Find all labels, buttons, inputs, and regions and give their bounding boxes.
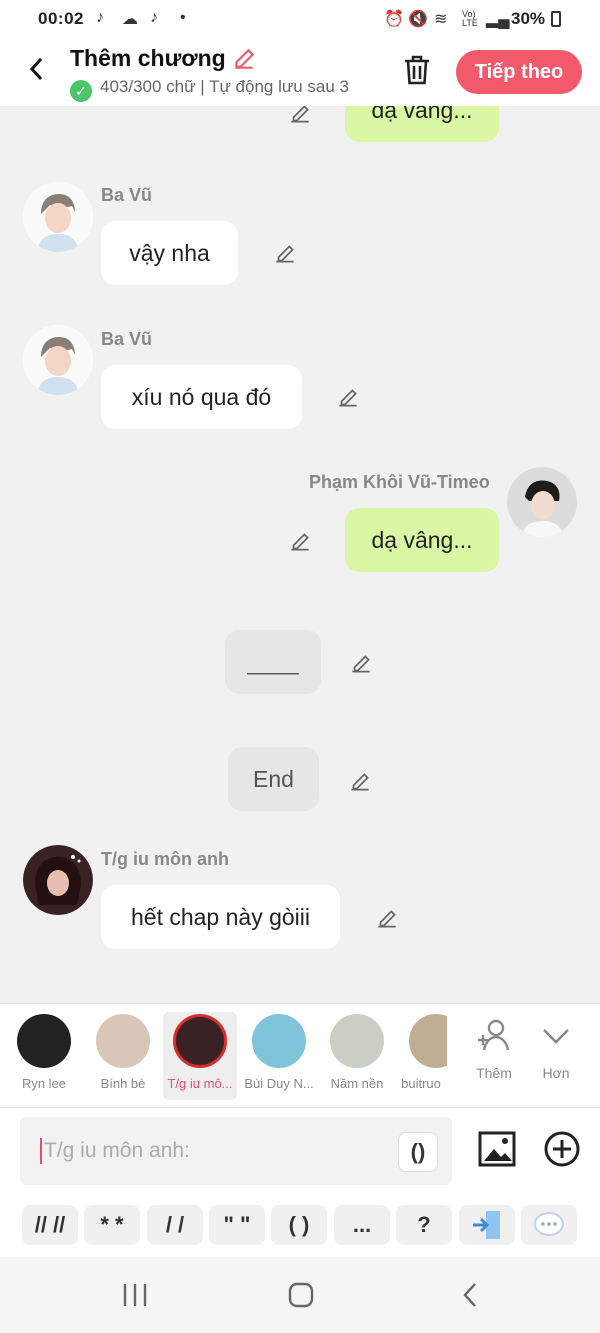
character-avatar xyxy=(409,1014,447,1068)
back-icon[interactable] xyxy=(24,54,50,84)
add-character-button[interactable]: Thêm xyxy=(464,1016,524,1081)
battery-percent: 30% xyxy=(511,9,546,28)
shortcut-button[interactable]: / / xyxy=(147,1205,203,1245)
back-nav-icon[interactable] xyxy=(458,1281,482,1309)
next-button[interactable]: Tiếp theo xyxy=(456,50,582,94)
word-count-status: ✓ 403/300 chữ | Tự động lưu sau 3 xyxy=(70,77,375,102)
character-label: Ryn lee xyxy=(21,1076,67,1091)
subtitle: 403/300 chữ | Tự động lưu sau 3 xyxy=(100,77,350,96)
cloud-icon: ☁ xyxy=(122,11,138,28)
more-button[interactable]: Hơn xyxy=(526,1016,586,1081)
input-placeholder: T/g iu môn anh: xyxy=(44,1139,190,1162)
dot-icon: • xyxy=(180,9,186,26)
edit-icon[interactable] xyxy=(348,650,374,676)
character-label: Bùi Duy N... xyxy=(244,1076,314,1091)
page-title: Thêm chương xyxy=(70,45,226,71)
narration-bubble[interactable]: ____ xyxy=(225,630,321,694)
avatar[interactable] xyxy=(23,845,93,915)
character-avatar xyxy=(330,1014,384,1068)
add-label: Thêm xyxy=(476,1065,512,1081)
add-circle-icon[interactable] xyxy=(543,1130,581,1168)
character-label: Năm nền xyxy=(330,1076,384,1091)
tiktok-icon: ♪ xyxy=(96,9,104,26)
avatar[interactable] xyxy=(507,467,577,537)
message-bubble[interactable]: xíu nó qua đó xyxy=(101,365,302,429)
add-person-icon xyxy=(478,1019,510,1051)
recent-apps-icon[interactable] xyxy=(120,1282,150,1308)
composer: T/g iu môn anh: () xyxy=(0,1107,600,1195)
alarm-icon: ⏰ xyxy=(384,11,404,28)
shortcut-bar: // // * * / / " " ( ) ... ? xyxy=(0,1195,600,1257)
message-bubble[interactable]: hết chap này gòiii xyxy=(101,885,340,949)
message-bubble[interactable]: vậy nha xyxy=(101,221,238,285)
character-avatar xyxy=(96,1014,150,1068)
chat-bubble-icon xyxy=(534,1212,564,1236)
shortcut-button[interactable]: ... xyxy=(334,1205,390,1245)
chat-bubble-button[interactable] xyxy=(521,1205,577,1245)
avatar[interactable] xyxy=(23,325,93,395)
status-time: 00:02 xyxy=(38,9,84,28)
tiktok-icon: ♪ xyxy=(150,9,158,26)
text-caret xyxy=(40,1138,42,1164)
shortcut-button[interactable]: " " xyxy=(209,1205,265,1245)
door-icon xyxy=(473,1211,500,1239)
character-avatar xyxy=(173,1014,227,1068)
more-label: Hơn xyxy=(542,1065,570,1081)
shortcut-button[interactable]: ( ) xyxy=(271,1205,327,1245)
character-label: buitruo xyxy=(401,1076,441,1091)
system-nav-bar xyxy=(0,1257,600,1333)
trash-icon[interactable] xyxy=(402,54,432,86)
character-label: T/g iu mô... xyxy=(167,1076,233,1091)
character-avatar xyxy=(17,1014,71,1068)
edit-icon[interactable] xyxy=(272,240,298,266)
wifi-icon: ≋ xyxy=(434,11,448,28)
message-bubble[interactable]: dạ vâng... xyxy=(345,508,499,572)
character-item[interactable]: Ryn lee xyxy=(7,1012,81,1091)
edit-icon[interactable] xyxy=(347,768,373,794)
edit-title-icon[interactable] xyxy=(231,46,257,72)
mute-icon: 🔇 xyxy=(408,11,428,28)
shortcut-button[interactable]: * * xyxy=(84,1205,140,1245)
character-item[interactable]: Bùi Duy N... xyxy=(242,1012,316,1091)
battery-icon xyxy=(551,11,561,27)
sender-name: Ba Vũ xyxy=(101,329,153,349)
home-icon[interactable] xyxy=(287,1281,315,1309)
exit-door-button[interactable] xyxy=(459,1205,515,1245)
character-avatar xyxy=(252,1014,306,1068)
image-icon[interactable] xyxy=(478,1130,516,1168)
check-icon: ✓ xyxy=(70,80,92,102)
character-bar: Ryn lee Bính bè T/g iu mô... Bùi Duy N..… xyxy=(0,1003,600,1107)
sender-name: T/g iu môn anh xyxy=(101,849,229,869)
shortcut-button[interactable]: ? xyxy=(396,1205,452,1245)
sender-name: Ba Vũ xyxy=(101,185,153,205)
narration-bubble[interactable]: End xyxy=(228,747,319,811)
parenthesis-button[interactable]: () xyxy=(398,1132,438,1172)
character-label: Bính bè xyxy=(100,1076,146,1091)
header: Thêm chương ✓ 403/300 chữ | Tự động lưu s… xyxy=(0,40,600,106)
sender-name: Phạm Khôi Vũ-Timeo xyxy=(309,472,490,492)
character-item[interactable]: buitruo xyxy=(395,1012,447,1091)
chevron-down-icon xyxy=(543,1029,569,1044)
character-item[interactable]: Bính bè xyxy=(86,1012,160,1091)
character-item-selected[interactable]: T/g iu mô... xyxy=(163,1012,237,1100)
shortcut-button[interactable]: // // xyxy=(22,1205,78,1245)
message-input[interactable]: T/g iu môn anh: xyxy=(20,1117,452,1185)
character-item[interactable]: Năm nền xyxy=(320,1012,394,1091)
edit-icon[interactable] xyxy=(335,384,361,410)
volte-icon: Vo) LTE xyxy=(462,9,478,28)
edit-icon[interactable] xyxy=(287,528,313,554)
edit-icon[interactable] xyxy=(374,905,400,931)
avatar[interactable] xyxy=(23,182,93,252)
status-bar: 00:02 ♪ ☁ ♪ • ⏰ 🔇 ≋ Vo) LTE ▂▄ 30% xyxy=(0,0,600,40)
signal-icon: ▂▄ xyxy=(486,11,510,28)
